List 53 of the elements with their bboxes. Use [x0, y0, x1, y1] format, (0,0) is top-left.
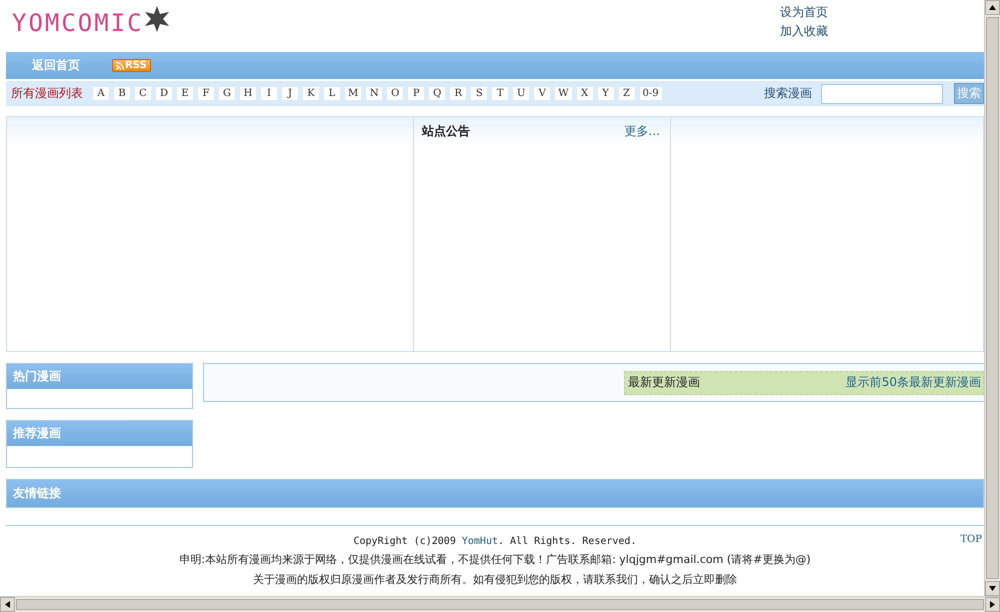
- scroll-left-icon[interactable]: [5, 601, 10, 608]
- letter-link[interactable]: 0-9: [640, 87, 662, 100]
- scroll-right-icon[interactable]: [990, 601, 995, 608]
- letter-link[interactable]: L: [324, 87, 340, 100]
- letter-link[interactable]: G: [219, 87, 235, 100]
- more-link[interactable]: 更多...: [624, 123, 660, 140]
- letter-link[interactable]: K: [303, 87, 319, 100]
- starburst-icon: [144, 6, 170, 32]
- footer-text: 申明:本站所有漫画均来源于网络，仅提供漫画在线试看，不提供任何下载！广告联系邮箱: ylqjgm#gmail.com (请将#更换为@): [179, 552, 811, 567]
- letter-link[interactable]: Q: [429, 87, 446, 100]
- letter-link[interactable]: J: [282, 87, 298, 100]
- letter-link[interactable]: V: [534, 87, 550, 100]
- letter-link[interactable]: N: [366, 87, 382, 100]
- site-logo: YOMCOMIC: [12, 8, 144, 36]
- header-link[interactable]: 设为首页: [780, 4, 828, 20]
- letter-link[interactable]: A: [93, 87, 109, 100]
- copyright-text: CopyRight (c)2009 YomHut. All Rights. Reserved.: [354, 536, 636, 547]
- friend-links-title: 友情链接: [6, 479, 984, 508]
- sidebar-title: 热门漫画: [7, 364, 192, 389]
- header-link[interactable]: 加入收藏: [780, 23, 828, 39]
- search-label: 搜索漫画: [764, 85, 812, 102]
- letter-link[interactable]: T: [492, 87, 508, 100]
- letter-link[interactable]: R: [450, 87, 466, 100]
- all-comics-label: 所有漫画列表: [11, 85, 83, 102]
- footer-text: 关于漫画的版权归原漫画作者及发行商所有。如有侵犯到您的版权，请联系我们，确认之后立即删除: [253, 572, 737, 587]
- letter-link[interactable]: P: [408, 87, 424, 100]
- letter-link[interactable]: O: [387, 87, 404, 100]
- letter-link[interactable]: D: [156, 87, 172, 100]
- search-field[interactable]: [821, 84, 943, 104]
- letter-link[interactable]: I: [261, 87, 277, 100]
- site-link[interactable]: YomHut: [462, 536, 498, 547]
- letter-link[interactable]: H: [240, 87, 256, 100]
- latest-link[interactable]: 显示前50条最新更新漫画: [846, 374, 981, 391]
- letter-link[interactable]: F: [198, 87, 214, 100]
- scroll-down-icon[interactable]: [989, 586, 996, 591]
- letter-link[interactable]: W: [555, 87, 572, 100]
- sidebar-title: 推荐漫画: [7, 421, 192, 446]
- letter-link[interactable]: Z: [618, 87, 635, 100]
- rss-icon: [116, 62, 124, 70]
- letter-link[interactable]: E: [177, 87, 193, 100]
- top-link[interactable]: TOP: [960, 534, 982, 545]
- vertical-scrollbar[interactable]: [984, 0, 1000, 596]
- latest-title: 最新更新漫画: [628, 374, 700, 391]
- letter-link[interactable]: B: [114, 87, 130, 100]
- horizontal-scrollbar[interactable]: [0, 596, 1000, 612]
- letter-link[interactable]: C: [135, 87, 151, 100]
- letter-link[interactable]: U: [513, 87, 530, 100]
- letter-link[interactable]: Y: [598, 87, 614, 100]
- letter-link[interactable]: S: [471, 87, 488, 100]
- letter-link[interactable]: M: [345, 87, 362, 100]
- notice-title: 站点公告: [422, 123, 470, 140]
- scroll-up-icon[interactable]: [989, 5, 996, 10]
- letter-link[interactable]: X: [576, 87, 593, 100]
